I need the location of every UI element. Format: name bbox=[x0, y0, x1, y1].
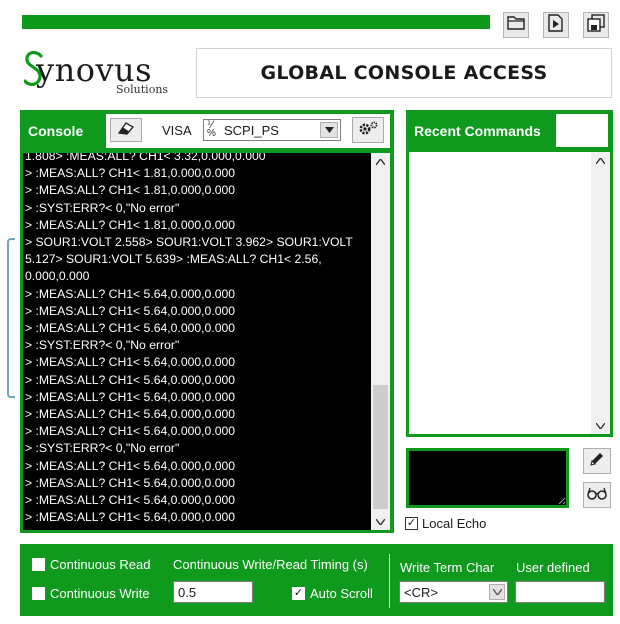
term-char-select[interactable]: <CR> bbox=[399, 581, 508, 603]
recent-commands-label: Recent Commands bbox=[414, 123, 541, 139]
scroll-up-icon[interactable] bbox=[371, 153, 390, 170]
console-line: > :MEAS:ALL? CH1< 5.64,0.000,0.000 bbox=[25, 407, 236, 422]
command-input-panel bbox=[406, 448, 569, 508]
timing-input[interactable]: 0.5 bbox=[173, 581, 253, 603]
pencil-icon bbox=[589, 451, 605, 472]
continuous-read-checkbox[interactable] bbox=[32, 558, 45, 571]
term-char-value: <CR> bbox=[404, 585, 438, 600]
console-line: > SOUR1:VOLT 2.558> SOUR1:VOLT 3.962> SO… bbox=[25, 235, 353, 250]
console-panel: Console VISA ⅟% SCPI_PS 1.808> :MEAS:ALL… bbox=[20, 110, 394, 533]
recent-commands-list[interactable] bbox=[409, 152, 591, 434]
continuous-write-checkbox[interactable] bbox=[32, 587, 45, 600]
console-line: > :MEAS:ALL? CH1< 1.81,0.000,0.000 bbox=[25, 183, 236, 198]
console-line: > :MEAS:ALL? CH1< 1.81,0.000,0.000 bbox=[25, 217, 236, 232]
term-char-label: Write Term Char bbox=[400, 560, 495, 575]
local-echo-option[interactable]: ✓ Local Echo bbox=[405, 516, 486, 531]
visa-label: VISA bbox=[162, 123, 192, 138]
console-line: 5.127> SOUR1:VOLT 5.639> :MEAS:ALL? CH1<… bbox=[25, 252, 322, 267]
resource-value: SCPI_PS bbox=[224, 123, 279, 138]
resource-select[interactable]: ⅟% SCPI_PS bbox=[203, 119, 341, 141]
recent-commands-header-box bbox=[556, 114, 608, 147]
scroll-thumb[interactable] bbox=[373, 385, 388, 509]
console-output[interactable]: 1.808> :MEAS:ALL? CH1< 3.32,0.000,0.000 >… bbox=[23, 153, 371, 530]
chevron-down-icon[interactable] bbox=[489, 584, 505, 600]
console-line: > :MEAS:ALL? CH1< 5.64,0.000,0.000 bbox=[25, 510, 236, 525]
console-line: > :SYST:ERR?< 0,"No error" bbox=[25, 441, 180, 456]
scroll-down-icon[interactable] bbox=[591, 417, 610, 434]
page-title: GLOBAL CONSOLE ACCESS bbox=[260, 62, 548, 84]
console-line: > :MEAS:ALL? CH1< 5.64,0.000,0.000 bbox=[25, 303, 236, 318]
logo-subtitle: Solutions bbox=[116, 83, 169, 96]
user-defined-label: User defined bbox=[516, 560, 590, 575]
console-line: > :MEAS:ALL? CH1< 5.64,0.000,0.000 bbox=[25, 475, 236, 490]
chevron-down-icon[interactable] bbox=[320, 122, 338, 138]
logo: ynovus Solutions bbox=[22, 48, 182, 98]
console-line: > :MEAS:ALL? CH1< 5.64,0.000,0.000 bbox=[25, 458, 236, 473]
console-label: Console bbox=[28, 123, 84, 139]
settings-button[interactable] bbox=[352, 117, 384, 143]
console-line: > :MEAS:ALL? CH1< 1.81,0.000,0.000 bbox=[25, 166, 236, 181]
console-line: > :MEAS:ALL? CH1< 5.64,0.000,0.000 bbox=[25, 424, 236, 439]
save-copy-icon bbox=[587, 13, 605, 37]
export-button[interactable] bbox=[543, 12, 569, 38]
resource-icon: ⅟% bbox=[207, 120, 216, 139]
command-input[interactable] bbox=[409, 451, 566, 505]
continuous-read-option[interactable]: Continuous Read bbox=[32, 557, 150, 572]
auto-scroll-label: Auto Scroll bbox=[310, 586, 373, 601]
console-line: > :MEAS:ALL? CH1< 5.64,0.000,0.000 bbox=[25, 493, 236, 508]
recent-scrollbar[interactable] bbox=[591, 152, 610, 434]
progress-fill bbox=[22, 15, 490, 29]
console-line: 1.808> :MEAS:ALL? CH1< 3.32,0.000,0.000 bbox=[25, 153, 266, 163]
open-folder-button[interactable] bbox=[503, 12, 529, 38]
continuous-write-option[interactable]: Continuous Write bbox=[32, 586, 149, 601]
console-line: > :MEAS:ALL? CH1< 5.64,0.000,0.000 bbox=[25, 372, 236, 387]
edit-button[interactable] bbox=[583, 448, 611, 474]
bottom-settings-panel: Continuous Read Continuous Write Continu… bbox=[20, 544, 613, 616]
view-button[interactable] bbox=[583, 482, 611, 508]
auto-scroll-checkbox[interactable]: ✓ bbox=[292, 587, 305, 600]
console-scrollbar[interactable] bbox=[371, 153, 390, 530]
continuous-read-label: Continuous Read bbox=[50, 557, 151, 572]
continuous-write-label: Continuous Write bbox=[50, 586, 150, 601]
console-header: Console VISA ⅟% SCPI_PS bbox=[20, 110, 394, 152]
console-line: > :SYST:ERR?< 0,"No error" bbox=[25, 200, 180, 215]
progress-bar bbox=[22, 15, 490, 29]
glasses-icon bbox=[586, 486, 608, 505]
save-copy-button[interactable] bbox=[583, 12, 609, 38]
folder-open-icon bbox=[507, 15, 525, 35]
timing-label: Continuous Write/Read Timing (s) bbox=[173, 557, 368, 572]
local-echo-label: Local Echo bbox=[422, 516, 487, 531]
console-line: > :MEAS:ALL? CH1< 5.64,0.000,0.000 bbox=[25, 355, 236, 370]
console-line: > :MEAS:ALL? CH1< 5.64,0.000,0.000 bbox=[25, 286, 236, 301]
local-echo-checkbox[interactable]: ✓ bbox=[405, 517, 418, 530]
user-defined-input[interactable] bbox=[515, 581, 605, 603]
console-log: 1.808> :MEAS:ALL? CH1< 3.32,0.000,0.000 >… bbox=[23, 153, 371, 526]
console-line: > :MEAS:ALL? CH1< 5.64,0.000,0.000 bbox=[25, 321, 236, 336]
divider bbox=[389, 554, 390, 608]
scroll-down-icon[interactable] bbox=[371, 513, 390, 530]
recent-commands-panel: Recent Commands bbox=[406, 110, 613, 437]
console-line: > :SYST:ERR?< 0,"No error" bbox=[25, 338, 180, 353]
console-line: > :MEAS:ALL? CH1< 5.64,0.000,0.000 bbox=[25, 389, 236, 404]
gear-icon bbox=[357, 120, 379, 141]
clear-console-button[interactable] bbox=[110, 118, 142, 142]
title-banner: GLOBAL CONSOLE ACCESS bbox=[196, 48, 612, 98]
console-line: 0.000,0.000 bbox=[25, 269, 90, 284]
export-icon bbox=[547, 13, 565, 37]
auto-scroll-option[interactable]: ✓ Auto Scroll bbox=[292, 586, 373, 601]
eraser-icon bbox=[116, 121, 136, 140]
scroll-up-icon[interactable] bbox=[591, 152, 610, 169]
side-bracket bbox=[7, 238, 15, 398]
